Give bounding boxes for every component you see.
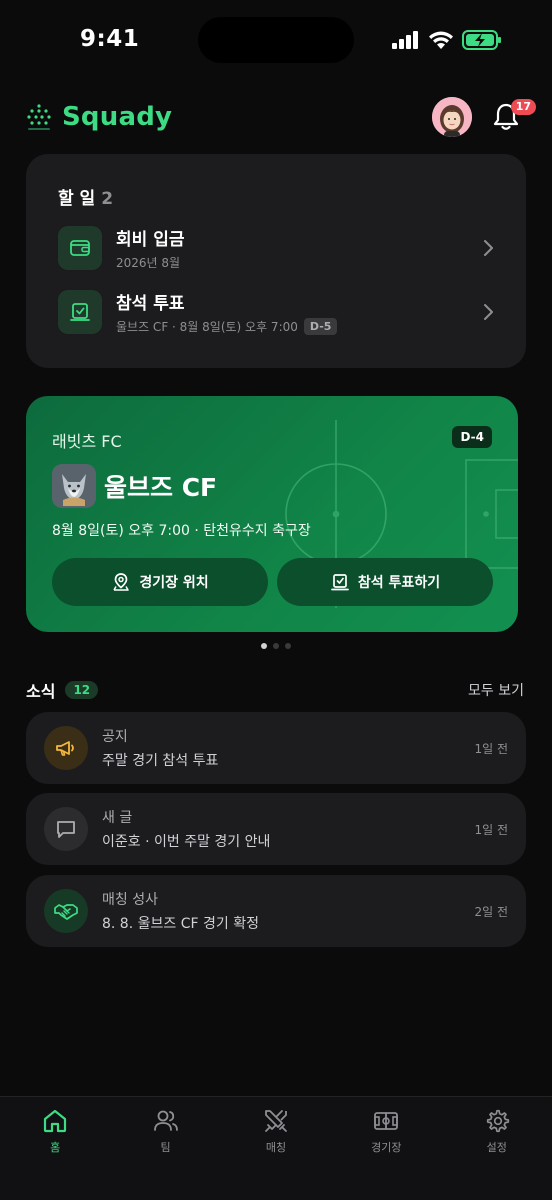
map-pin-icon — [113, 573, 130, 591]
todo-label: 참석 투표 — [116, 294, 185, 314]
opponent-row: 울브즈 CF — [52, 464, 217, 508]
avatar-illustration — [432, 97, 472, 137]
status-icons — [392, 30, 502, 50]
news-header: 소식 12 모두 보기 — [26, 678, 524, 702]
todo-sub: 2026년 8월 — [116, 256, 181, 270]
news-text: 8. 8. 울브즈 CF 경기 확정 — [102, 916, 259, 932]
team-icon — [153, 1110, 178, 1131]
brand[interactable]: Squady — [26, 102, 172, 132]
see-all-link[interactable]: 모두 보기 — [468, 680, 524, 700]
dday-chip: D-5 — [303, 318, 338, 335]
tab-label: 매칭 — [265, 1141, 287, 1154]
gear-icon — [486, 1109, 509, 1133]
vote-icon — [58, 290, 102, 334]
news-item[interactable]: 새 글 이준호 · 이번 주말 경기 안내 1일 전 — [26, 793, 526, 865]
avatar[interactable] — [432, 97, 472, 137]
todo-label: 회비 입금 — [116, 230, 185, 250]
todo-count: 2 — [101, 189, 114, 209]
carousel-pagination[interactable] — [0, 643, 552, 649]
handshake-icon — [44, 889, 88, 933]
status-time: 9:41 — [80, 26, 140, 52]
vote-check-icon — [331, 574, 349, 591]
todo-title-label: 할 일 — [58, 189, 96, 209]
wolf-icon — [62, 474, 86, 506]
tab-team[interactable]: 팀 — [126, 1107, 206, 1200]
tab-settings[interactable]: 설정 — [457, 1107, 537, 1200]
wallet-icon — [58, 226, 102, 270]
battery-icon — [462, 30, 501, 50]
todo-item-vote[interactable]: 참석 투표 울브즈 CF · 8월 8일(토) 오후 7:00 D-5 — [58, 288, 498, 336]
tab-label: 홈 — [50, 1141, 61, 1154]
news-count-badge: 12 — [65, 681, 99, 699]
tab-field[interactable]: 경기장 — [346, 1107, 426, 1200]
news-text: 이준호 · 이번 주말 경기 안내 — [102, 834, 271, 850]
megaphone-icon — [44, 726, 88, 770]
vote-button-label: 참석 투표하기 — [357, 575, 441, 591]
carousel-dot[interactable] — [273, 643, 279, 649]
match-card[interactable]: 래빗츠 FC D-4 울브즈 CF 8월 8일(토) 오후 7:00 · 탄천유… — [26, 396, 518, 632]
chat-icon — [44, 807, 88, 851]
news-item[interactable]: 공지 주말 경기 참석 투표 1일 전 — [26, 712, 526, 784]
news-category: 공지 — [102, 729, 128, 745]
field-icon — [374, 1112, 399, 1130]
chevron-right-icon — [478, 302, 498, 322]
notifications-button[interactable]: 17 — [486, 97, 536, 137]
tab-label: 경기장 — [371, 1141, 402, 1154]
tab-bar: 홈 팀 매칭 경기장 설정 — [0, 1096, 552, 1200]
news-time: 1일 전 — [474, 823, 508, 837]
tab-label: 팀 — [160, 1141, 171, 1154]
todo-card: 할 일2 회비 입금 2026년 8월 참석 투표 울브즈 CF · 8월 8일… — [26, 154, 526, 368]
chevron-right-icon — [478, 238, 498, 258]
news-time: 2일 전 — [474, 905, 508, 919]
carousel-dot[interactable] — [261, 643, 267, 649]
wifi-icon — [429, 31, 453, 49]
match-team: 래빗츠 FC — [52, 432, 122, 451]
brand-name: Squady — [62, 102, 173, 132]
logo-icon — [27, 104, 51, 130]
home-icon — [44, 1109, 67, 1133]
todo-item-dues[interactable]: 회비 입금 2026년 8월 — [58, 224, 498, 272]
match-dday-badge: D-4 — [452, 426, 492, 448]
news-text: 주말 경기 참석 투표 — [102, 753, 219, 769]
status-bar: 9:41 — [0, 0, 552, 82]
news-category: 매칭 성사 — [102, 892, 158, 908]
vote-button[interactable]: 참석 투표하기 — [277, 558, 493, 606]
tab-matching[interactable]: 매칭 — [236, 1107, 316, 1200]
news-time: 1일 전 — [474, 742, 508, 756]
dynamic-island — [198, 17, 354, 63]
tab-label: 설정 — [486, 1141, 507, 1154]
swords-icon — [265, 1110, 287, 1132]
tab-home[interactable]: 홈 — [15, 1107, 95, 1200]
todo-sub: 울브즈 CF · 8월 8일(토) 오후 7:00 — [116, 320, 298, 334]
opponent-name: 울브즈 CF — [104, 473, 218, 502]
location-button[interactable]: 경기장 위치 — [52, 558, 268, 606]
app-header: Squady 17 — [26, 92, 536, 142]
opponent-logo — [52, 464, 96, 508]
news-title: 소식 — [26, 682, 56, 701]
carousel-dot[interactable] — [285, 643, 291, 649]
match-info: 8월 8일(토) 오후 7:00 · 탄천유수지 축구장 — [52, 523, 311, 539]
signal-icon — [392, 31, 418, 49]
todo-title: 할 일2 — [58, 184, 113, 209]
news-item[interactable]: 매칭 성사 8. 8. 울브즈 CF 경기 확정 2일 전 — [26, 875, 526, 947]
location-button-label: 경기장 위치 — [139, 575, 209, 591]
notification-badge: 17 — [510, 99, 536, 115]
news-category: 새 글 — [102, 810, 133, 826]
